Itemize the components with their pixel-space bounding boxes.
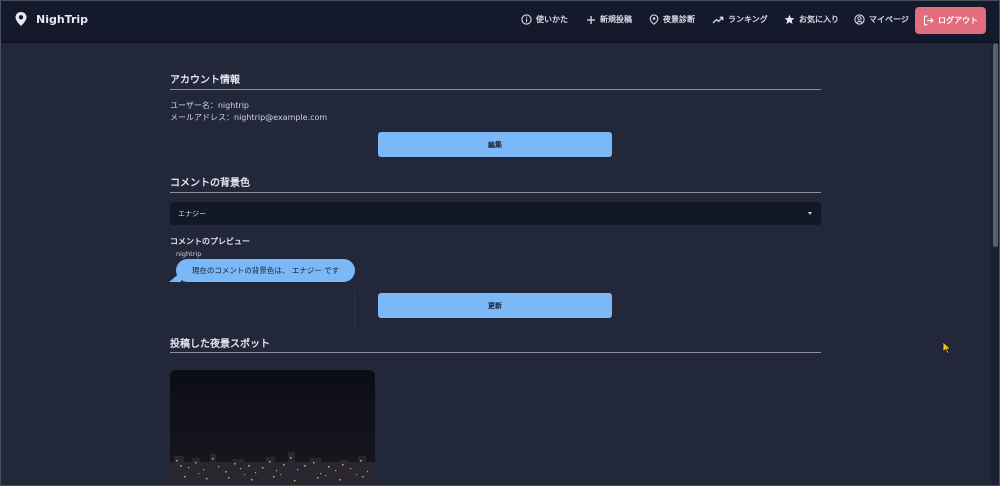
- nav-label: マイページ: [869, 15, 909, 24]
- mouse-cursor-icon: [942, 341, 952, 355]
- trending-up-icon: [712, 16, 724, 23]
- nav-label: 夜景診断: [663, 15, 695, 24]
- edit-button[interactable]: 編集: [378, 132, 612, 157]
- caret-down-icon: [808, 212, 812, 215]
- page-scrollbar[interactable]: [991, 43, 1000, 486]
- scrollbar-thumb[interactable]: [993, 43, 998, 247]
- night-city-photo: [170, 370, 375, 486]
- section-divider: [170, 89, 821, 90]
- section-divider: [170, 352, 821, 353]
- logout-button[interactable]: ログアウト: [915, 7, 986, 34]
- username-text: ユーザー名：nightrip: [170, 101, 250, 110]
- nav-how-to-use[interactable]: 使いかた: [521, 14, 568, 25]
- nav-label: ランキング: [728, 15, 768, 24]
- section-divider: [170, 192, 821, 193]
- nav-new-post[interactable]: 新規投稿: [586, 14, 632, 25]
- location-pin-icon: [15, 12, 27, 26]
- brand-name: NighTrip: [36, 12, 89, 26]
- nav-label: お気に入り: [799, 15, 839, 24]
- email-text: メールアドレス：nightrip@example.com: [170, 113, 328, 122]
- nav-label: 使いかた: [536, 15, 568, 24]
- preview-username: nightrip: [176, 250, 202, 258]
- logout-label: ログアウト: [938, 16, 978, 25]
- user-circle-icon: [854, 14, 865, 25]
- nav-my-page[interactable]: マイページ: [854, 14, 909, 25]
- logout-icon: [923, 15, 934, 26]
- star-icon: [784, 14, 795, 24]
- preview-label: コメントのプレビュー: [170, 237, 250, 246]
- nav-favorites[interactable]: お気に入り: [784, 14, 839, 25]
- plus-icon: [587, 15, 595, 24]
- nav-night-view-diagnosis[interactable]: 夜景診断: [649, 14, 695, 25]
- spot-card[interactable]: [170, 370, 375, 486]
- comment-bg-section-title: コメントの背景色: [170, 178, 250, 189]
- map-pin-icon: [649, 14, 659, 25]
- select-value: エナジー: [178, 209, 206, 218]
- vertical-divider: [354, 291, 355, 329]
- info-icon: [521, 14, 532, 25]
- spots-section-title: 投稿した夜景スポット: [170, 339, 270, 350]
- top-navbar: NighTrip 使いかた 新規投稿 夜景診断 ランキング お気に入り マイペー…: [0, 0, 1000, 43]
- comment-bg-select[interactable]: エナジー: [170, 202, 821, 225]
- brand-link[interactable]: NighTrip: [14, 11, 88, 27]
- account-section-title: アカウント情報: [170, 75, 240, 86]
- update-button[interactable]: 更新: [378, 293, 612, 318]
- comment-preview-bubble: 現在のコメントの背景色は、 エナジー です: [176, 259, 355, 282]
- nav-ranking[interactable]: ランキング: [712, 14, 768, 25]
- nav-label: 新規投稿: [600, 15, 632, 24]
